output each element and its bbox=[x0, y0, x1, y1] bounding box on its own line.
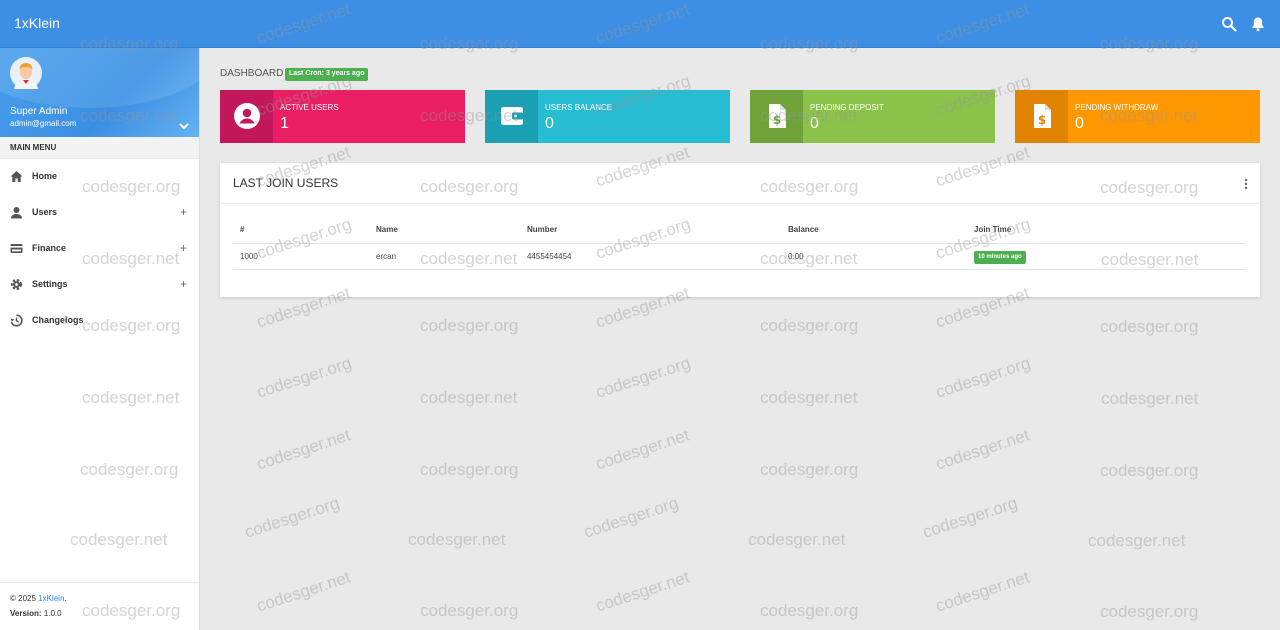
brand-title[interactable]: 1xKlein bbox=[14, 15, 60, 31]
column-header-number: Number bbox=[527, 225, 558, 234]
dollar-file-icon: $ bbox=[750, 90, 803, 143]
sidebar-item-users[interactable]: Users + bbox=[0, 195, 199, 231]
watermark-text: codesger.org bbox=[581, 493, 681, 542]
user-icon bbox=[10, 206, 23, 219]
watermark-text: codesger.net bbox=[408, 530, 506, 549]
stat-card-pending-deposit[interactable]: $ PENDING DEPOSIT 0 bbox=[750, 90, 995, 143]
sidebar-item-home[interactable]: Home bbox=[0, 159, 199, 195]
version-info: Version: 1.0.0 bbox=[10, 609, 62, 618]
watermark-text: codesger.net bbox=[933, 425, 1032, 474]
cell-name: ercan bbox=[376, 252, 397, 261]
divider bbox=[233, 243, 1246, 244]
sidebar-item-changelogs[interactable]: Changelogs bbox=[0, 303, 199, 339]
watermark-text: codesger.net bbox=[1101, 389, 1199, 408]
svg-text:$: $ bbox=[1038, 113, 1046, 127]
profile-name: Super Admin bbox=[10, 106, 68, 117]
watermark-text: codesger.org bbox=[254, 353, 354, 402]
column-header-name: Name bbox=[376, 225, 398, 234]
gear-icon bbox=[10, 278, 23, 291]
watermark-text: codesger.org bbox=[593, 353, 693, 402]
search-icon[interactable] bbox=[1221, 16, 1237, 32]
watermark-text: codesger.org bbox=[420, 601, 519, 620]
stat-label: PENDING WITHDRAW bbox=[1075, 103, 1159, 112]
history-icon bbox=[10, 314, 23, 327]
divider bbox=[220, 203, 1260, 204]
home-icon bbox=[10, 170, 23, 183]
watermark-text: codesger.org bbox=[933, 353, 1033, 402]
status-badge: Last Cron: 3 years ago bbox=[285, 68, 369, 81]
dollar-file-icon: $ bbox=[1015, 90, 1068, 143]
chevron-down-icon[interactable] bbox=[178, 120, 190, 132]
copyright: © 2025 1xKlein. bbox=[10, 594, 67, 603]
page-title: DASHBOARD bbox=[220, 68, 284, 79]
profile-email: admin@gmail.com bbox=[10, 119, 77, 128]
more-vert-icon[interactable] bbox=[1241, 177, 1251, 191]
stat-label: ACTIVE USERS bbox=[280, 103, 339, 112]
profile-card: Super Admin admin@gmail.com bbox=[0, 48, 199, 137]
cell-balance: 0.00 bbox=[788, 252, 804, 261]
join-time-badge: 10 minutes ago bbox=[974, 251, 1026, 264]
svg-text:$: $ bbox=[773, 113, 781, 127]
watermark-text: codesger.org bbox=[420, 460, 519, 479]
watermark-text: codesger.net bbox=[760, 388, 858, 407]
watermark-text: codesger.net bbox=[593, 567, 692, 616]
watermark-text: codesger.org bbox=[760, 601, 859, 620]
stat-value: 1 bbox=[280, 115, 289, 132]
stat-card-users-balance[interactable]: USERS BALANCE 0 bbox=[485, 90, 730, 143]
watermark-text: codesger.org bbox=[242, 493, 342, 542]
column-header-balance: Balance bbox=[788, 225, 819, 234]
watermark-text: codesger.net bbox=[254, 567, 353, 616]
watermark-text: codesger.org bbox=[420, 316, 519, 335]
stat-card-pending-withdraw[interactable]: $ PENDING WITHDRAW 0 bbox=[1015, 90, 1260, 143]
menu-header: MAIN MENU bbox=[0, 137, 199, 159]
sidebar-item-finance[interactable]: Finance + bbox=[0, 231, 199, 267]
stat-value: 0 bbox=[810, 115, 819, 132]
card-icon bbox=[10, 242, 23, 255]
watermark-text: codesger.org bbox=[760, 460, 859, 479]
watermark-text: codesger.net bbox=[933, 567, 1032, 616]
stat-label: PENDING DEPOSIT bbox=[810, 103, 884, 112]
stat-label: USERS BALANCE bbox=[545, 103, 613, 112]
column-header-id: # bbox=[240, 225, 245, 234]
column-header-join-time: Join Time bbox=[974, 225, 1012, 234]
sidebar-item-label: Home bbox=[32, 171, 58, 181]
plus-icon[interactable]: + bbox=[180, 277, 187, 291]
brand-link[interactable]: 1xKlein bbox=[38, 594, 64, 603]
sidebar-item-label: Finance bbox=[32, 243, 67, 253]
watermark-text: codesger.org bbox=[1100, 317, 1199, 336]
wallet-icon bbox=[485, 90, 538, 143]
watermark-text: codesger.org bbox=[920, 493, 1020, 542]
divider bbox=[233, 269, 1246, 270]
top-navbar: 1xKlein bbox=[0, 0, 1280, 48]
watermark-text: codesger.net bbox=[254, 425, 353, 474]
panel-title: LAST JOIN USERS bbox=[233, 176, 339, 190]
watermark-text: codesger.org bbox=[1100, 461, 1199, 480]
user-circle-icon bbox=[220, 90, 273, 143]
sidebar: Super Admin admin@gmail.com MAIN MENU Ho… bbox=[0, 48, 200, 630]
bell-icon[interactable] bbox=[1250, 16, 1266, 32]
stat-value: 0 bbox=[545, 115, 554, 132]
sidebar-item-settings[interactable]: Settings + bbox=[0, 267, 199, 303]
sidebar-item-label: Changelogs bbox=[32, 315, 84, 325]
watermark-text: codesger.org bbox=[1100, 602, 1199, 621]
avatar bbox=[10, 57, 42, 89]
sidebar-item-label: Settings bbox=[32, 279, 68, 289]
watermark-text: codesger.net bbox=[593, 425, 692, 474]
sidebar-footer: © 2025 1xKlein. Version: 1.0.0 bbox=[0, 582, 199, 630]
watermark-text: codesger.net bbox=[1088, 531, 1186, 550]
watermark-text: codesger.net bbox=[420, 388, 518, 407]
plus-icon[interactable]: + bbox=[180, 241, 187, 255]
cell-number: 4455454454 bbox=[527, 252, 572, 261]
plus-icon[interactable]: + bbox=[180, 205, 187, 219]
cell-id: 1000 bbox=[240, 252, 258, 261]
stat-value: 0 bbox=[1075, 115, 1084, 132]
watermark-text: codesger.org bbox=[760, 316, 859, 335]
sidebar-item-label: Users bbox=[32, 207, 58, 217]
watermark-text: codesger.net bbox=[748, 530, 846, 549]
last-join-users-panel: LAST JOIN USERS # Name Number Balance Jo… bbox=[220, 163, 1260, 297]
stat-card-active-users[interactable]: ACTIVE USERS 1 bbox=[220, 90, 465, 143]
